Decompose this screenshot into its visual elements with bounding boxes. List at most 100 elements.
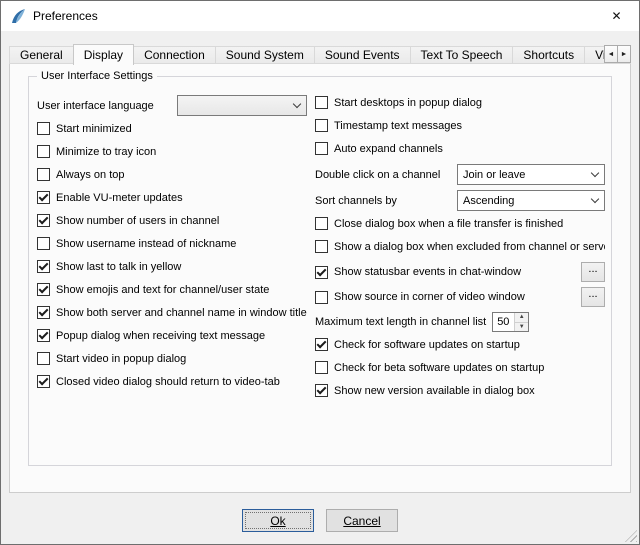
- checkbox-new-version-dialog[interactable]: Show new version available in dialog box: [315, 383, 605, 398]
- video-source-more-button[interactable]: ...: [581, 287, 605, 307]
- tab-shortcuts[interactable]: Shortcuts: [512, 46, 585, 64]
- checkbox-popup-text-message[interactable]: Popup dialog when receiving text message: [37, 328, 307, 343]
- tab-bar: General Display Connection Sound System …: [9, 43, 631, 64]
- checkbox-box[interactable]: [315, 240, 328, 253]
- close-button[interactable]: ✕: [594, 1, 639, 31]
- checkbox-box[interactable]: [37, 145, 50, 158]
- checkbox-auto-expand-channels[interactable]: Auto expand channels: [315, 141, 605, 156]
- spin-up-button[interactable]: ▲: [515, 313, 528, 322]
- checkbox-box[interactable]: [315, 96, 328, 109]
- checkbox-label: Close dialog box when a file transfer is…: [334, 218, 563, 230]
- language-label: User interface language: [37, 100, 154, 112]
- checkbox-minimize-to-tray[interactable]: Minimize to tray icon: [37, 144, 307, 159]
- statusbar-more-button[interactable]: ...: [581, 262, 605, 282]
- checkbox-window-title-names[interactable]: Show both server and channel name in win…: [37, 305, 307, 320]
- checkbox-box[interactable]: [37, 352, 50, 365]
- checkbox-start-minimized[interactable]: Start minimized: [37, 121, 307, 136]
- checkbox-label: Minimize to tray icon: [56, 146, 156, 158]
- checkbox-video-return-tab[interactable]: Closed video dialog should return to vid…: [37, 374, 307, 389]
- checkbox-label: Show number of users in channel: [56, 215, 219, 227]
- left-column: User interface language Start minimized …: [37, 95, 307, 406]
- checkbox-box[interactable]: [315, 338, 328, 351]
- checkbox-last-talk-yellow[interactable]: Show last to talk in yellow: [37, 259, 307, 274]
- tab-general[interactable]: General: [9, 46, 74, 64]
- checkbox-box[interactable]: [315, 266, 328, 279]
- checkbox-software-updates[interactable]: Check for software updates on startup: [315, 337, 605, 352]
- max-text-spinner[interactable]: 50 ▲ ▼: [492, 312, 529, 332]
- checkbox-start-video-popup[interactable]: Start video in popup dialog: [37, 351, 307, 366]
- checkbox-label: Enable VU-meter updates: [56, 192, 183, 204]
- tab-connection[interactable]: Connection: [133, 46, 216, 64]
- checkbox-timestamp-messages[interactable]: Timestamp text messages: [315, 118, 605, 133]
- checkbox-box[interactable]: [37, 237, 50, 250]
- chevron-down-icon: [586, 191, 604, 210]
- sort-channels-select[interactable]: Ascending: [457, 190, 605, 211]
- double-click-value: Join or leave: [458, 169, 586, 181]
- spin-up-icon: ▲: [519, 314, 525, 320]
- chevron-down-icon: [586, 165, 604, 184]
- tab-sound-system[interactable]: Sound System: [215, 46, 315, 64]
- checkbox-label: Closed video dialog should return to vid…: [56, 376, 280, 388]
- user-interface-settings-group: User Interface Settings User interface l…: [28, 76, 612, 466]
- group-title: User Interface Settings: [37, 70, 157, 82]
- double-click-label: Double click on a channel: [315, 169, 440, 181]
- ok-button-label: Ok: [270, 514, 285, 528]
- checkbox-label: Show both server and channel name in win…: [56, 307, 307, 319]
- checkbox-box[interactable]: [315, 361, 328, 374]
- ok-button[interactable]: Ok: [242, 509, 314, 532]
- checkbox-label: Popup dialog when receiving text message: [56, 330, 265, 342]
- checkbox-beta-updates[interactable]: Check for beta software updates on start…: [315, 360, 605, 375]
- checkbox-desktops-popup[interactable]: Start desktops in popup dialog: [315, 95, 605, 110]
- spin-down-icon: ▼: [519, 324, 525, 330]
- checkbox-statusbar-events[interactable]: Show statusbar events in chat-window ...: [315, 262, 605, 282]
- preferences-window: Preferences ✕ General Display Connection…: [0, 0, 640, 545]
- max-text-row: Maximum text length in channel list 50 ▲…: [315, 312, 605, 332]
- checkbox-vu-meter-updates[interactable]: Enable VU-meter updates: [37, 190, 307, 205]
- checkbox-box[interactable]: [37, 375, 50, 388]
- checkbox-box[interactable]: [315, 142, 328, 155]
- checkbox-label: Show emojis and text for channel/user st…: [56, 284, 269, 296]
- checkbox-box[interactable]: [37, 283, 50, 296]
- checkbox-box[interactable]: [37, 306, 50, 319]
- checkbox-label: Check for software updates on startup: [334, 339, 520, 351]
- tab-scroll-right-button[interactable]: ►: [617, 45, 631, 63]
- language-row: User interface language: [37, 95, 307, 116]
- tab-label: Sound Events: [325, 48, 400, 62]
- checkbox-video-source-corner[interactable]: Show source in corner of video window ..…: [315, 287, 605, 307]
- checkbox-box[interactable]: [37, 191, 50, 204]
- checkbox-box[interactable]: [315, 119, 328, 132]
- tab-scroll-left-button[interactable]: ◄: [604, 45, 618, 63]
- checkbox-box[interactable]: [315, 384, 328, 397]
- checkbox-show-username-instead[interactable]: Show username instead of nickname: [37, 236, 307, 251]
- tab-label: Display: [84, 48, 123, 62]
- checkbox-show-user-count[interactable]: Show number of users in channel: [37, 213, 307, 228]
- double-click-select[interactable]: Join or leave: [457, 164, 605, 185]
- tab-text-to-speech[interactable]: Text To Speech: [410, 46, 514, 64]
- cancel-button[interactable]: Cancel: [326, 509, 398, 532]
- checkbox-box[interactable]: [37, 122, 50, 135]
- titlebar[interactable]: Preferences ✕: [1, 1, 639, 31]
- checkbox-excluded-dialog[interactable]: Show a dialog box when excluded from cha…: [315, 239, 605, 254]
- checkbox-box[interactable]: [37, 168, 50, 181]
- tab-sound-events[interactable]: Sound Events: [314, 46, 411, 64]
- checkbox-label: Start video in popup dialog: [56, 353, 186, 365]
- checkbox-box[interactable]: [315, 291, 328, 304]
- checkbox-box[interactable]: [37, 329, 50, 342]
- sort-channels-label: Sort channels by: [315, 195, 397, 207]
- checkbox-always-on-top[interactable]: Always on top: [37, 167, 307, 182]
- spin-down-button[interactable]: ▼: [515, 322, 528, 332]
- checkbox-emojis-text-state[interactable]: Show emojis and text for channel/user st…: [37, 282, 307, 297]
- checkbox-filetransfer-close[interactable]: Close dialog box when a file transfer is…: [315, 216, 605, 231]
- tab-display[interactable]: Display: [73, 44, 134, 65]
- sort-channels-row: Sort channels by Ascending: [315, 190, 605, 211]
- language-select[interactable]: [177, 95, 307, 116]
- checkbox-label: Show source in corner of video window: [334, 291, 525, 303]
- tab-scroller: ◄ ►: [604, 45, 631, 63]
- checkbox-box[interactable]: [37, 214, 50, 227]
- checkbox-box[interactable]: [315, 217, 328, 230]
- right-column: Start desktops in popup dialog Timestamp…: [315, 95, 605, 406]
- checkbox-label: Show new version available in dialog box: [334, 385, 535, 397]
- checkbox-box[interactable]: [37, 260, 50, 273]
- spinner-buttons: ▲ ▼: [514, 313, 528, 331]
- app-icon[interactable]: [10, 8, 26, 24]
